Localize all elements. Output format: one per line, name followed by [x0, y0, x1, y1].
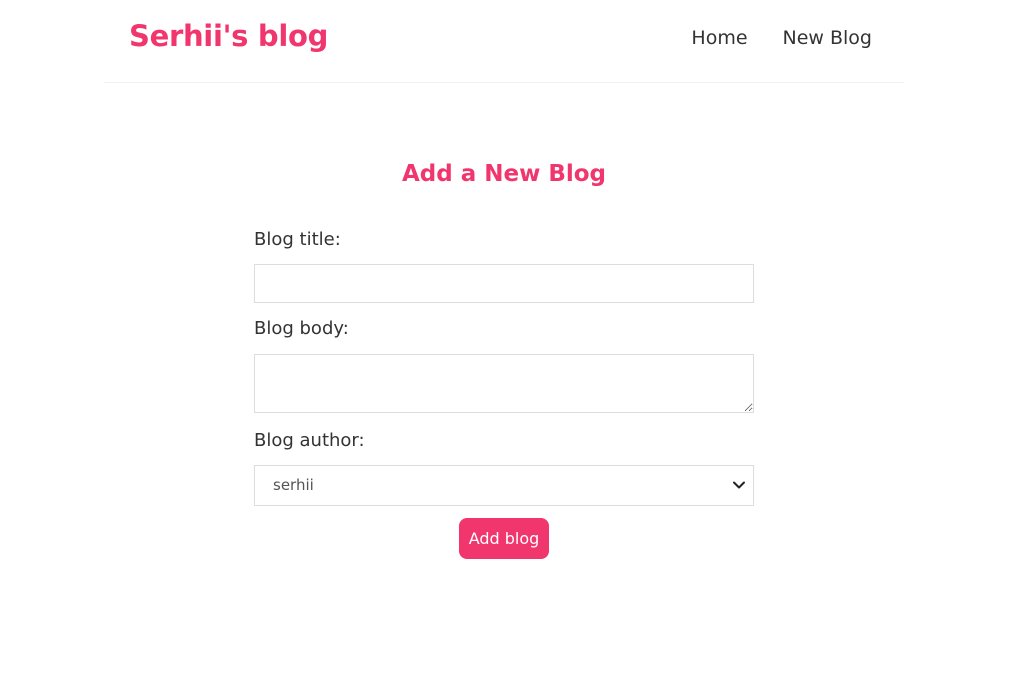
blog-author-select[interactable]: serhii: [254, 465, 754, 506]
blog-body-label: Blog body:: [254, 318, 349, 339]
create-blog-form: Add a New Blog Blog title: Blog body: Bl…: [254, 157, 754, 559]
navbar: Serhii's blog Home New Blog: [104, 0, 904, 83]
nav-links: Home New Blog: [691, 27, 872, 49]
blog-body-textarea[interactable]: [254, 354, 754, 413]
submit-row: Add blog: [254, 518, 754, 559]
site-title: Serhii's blog: [129, 19, 329, 53]
nav-link-new-blog[interactable]: New Blog: [783, 27, 872, 49]
chevron-down-icon: [733, 481, 745, 489]
nav-link-home[interactable]: Home: [691, 27, 747, 49]
blog-author-selected-value: serhii: [273, 476, 314, 494]
form-heading: Add a New Blog: [401, 161, 607, 187]
blog-title-label: Blog title:: [254, 229, 341, 250]
add-blog-button[interactable]: Add blog: [458, 518, 550, 559]
blog-title-input[interactable]: [254, 264, 754, 303]
blog-author-label: Blog author:: [254, 430, 365, 451]
